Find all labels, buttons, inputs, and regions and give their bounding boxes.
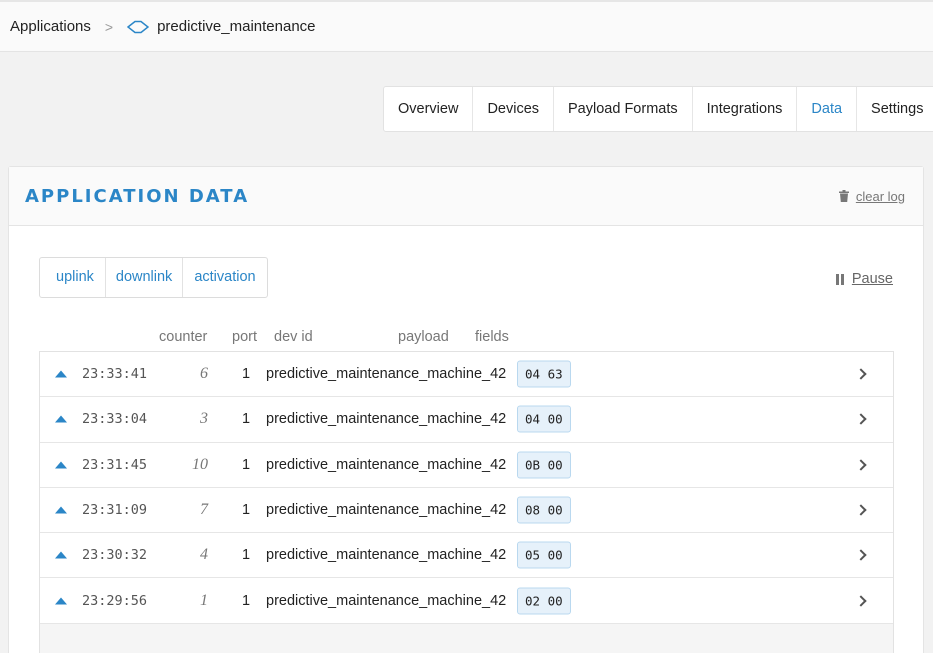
row-dev-id: predictive_maintenance_machine_42 (266, 502, 507, 519)
uplink-arrow-icon (55, 461, 67, 469)
row-time: 23:29:56 (82, 592, 148, 609)
row-payload: 02 00 (517, 587, 571, 615)
row-port: 1 (242, 411, 251, 428)
table-row[interactable]: 23:31:09 7 1 predictive_maintenance_mach… (40, 487, 893, 534)
application-data-panel: APPLICATION DATA clear log uplink downli… (8, 166, 924, 653)
row-port: 1 (242, 366, 251, 383)
row-dev-id: predictive_maintenance_machine_42 (266, 411, 507, 428)
tab-payload-formats[interactable]: Payload Formats (554, 87, 693, 131)
table-row[interactable]: 23:29:56 1 1 predictive_maintenance_mach… (40, 578, 893, 624)
row-dev-id: predictive_maintenance_machine_42 (266, 456, 507, 473)
uplink-arrow-icon (55, 415, 67, 423)
uplink-arrow-icon (55, 506, 67, 514)
column-header-dev-id: dev id (274, 329, 313, 345)
row-time: 23:31:09 (82, 502, 148, 519)
column-header-port: port (232, 329, 257, 345)
row-counter: 6 (200, 365, 208, 383)
tab-overview[interactable]: Overview (384, 87, 474, 131)
row-dev-id: predictive_maintenance_machine_42 (266, 547, 507, 564)
row-dev-id: predictive_maintenance_machine_42 (266, 592, 507, 609)
uplink-arrow-icon (55, 597, 67, 605)
message-type-filter: uplink downlink activation (39, 257, 268, 298)
row-port: 1 (242, 502, 251, 519)
panel-header: APPLICATION DATA clear log (9, 167, 923, 226)
chevron-right-icon[interactable] (855, 368, 867, 380)
chevron-right-icon[interactable] (855, 549, 867, 561)
clear-log-label: clear log (855, 188, 905, 204)
row-counter: 4 (200, 546, 208, 564)
row-time: 23:33:41 (82, 366, 148, 383)
uplink-arrow-icon (55, 370, 67, 378)
row-time: 23:33:04 (82, 411, 148, 428)
filter-activation-button[interactable]: activation (183, 258, 266, 297)
tab-settings[interactable]: Settings (857, 87, 933, 131)
panel-title: APPLICATION DATA (25, 185, 250, 207)
row-counter: 7 (200, 501, 208, 519)
tab-data[interactable]: Data (797, 87, 858, 131)
messages-table: 23:33:41 6 1 predictive_maintenance_mach… (39, 351, 894, 653)
trash-icon (838, 190, 849, 202)
table-row[interactable]: 23:30:32 4 1 predictive_maintenance_mach… (40, 533, 893, 579)
uplink-arrow-icon (55, 551, 67, 559)
row-counter: 3 (200, 410, 208, 428)
row-payload: 04 00 (517, 405, 571, 433)
chevron-right-icon[interactable] (855, 459, 867, 471)
breadcrumb-current-app[interactable]: predictive_maintenance (127, 18, 316, 35)
row-port: 1 (242, 456, 251, 473)
column-header-payload: payload (398, 329, 449, 345)
pause-button[interactable]: Pause (835, 271, 893, 287)
chevron-right-icon[interactable] (855, 504, 867, 516)
table-row[interactable]: 23:33:41 6 1 predictive_maintenance_mach… (40, 352, 893, 398)
row-counter: 10 (192, 455, 208, 473)
pause-icon (835, 273, 844, 285)
row-time: 23:30:32 (82, 547, 148, 564)
chevron-right-icon[interactable] (855, 594, 867, 607)
pause-label: Pause (851, 271, 893, 287)
tab-integrations[interactable]: Integrations (693, 87, 798, 131)
column-header-fields: fields (475, 329, 509, 345)
filter-uplink-button[interactable]: uplink (40, 258, 106, 297)
chevron-right-icon: > (104, 18, 114, 35)
breadcrumb-app-label: predictive_maintenance (157, 18, 316, 35)
filter-downlink-button[interactable]: downlink (106, 258, 184, 297)
row-payload: 0B 00 (517, 451, 571, 479)
row-payload: 08 00 (517, 496, 571, 524)
row-dev-id: predictive_maintenance_machine_42 (266, 366, 507, 383)
row-payload: 04 63 (517, 360, 571, 388)
row-payload: 05 00 (517, 541, 571, 569)
column-header-counter: counter (159, 329, 208, 345)
breadcrumb: Applications > predictive_maintenance (0, 0, 933, 52)
clear-log-button[interactable]: clear log (838, 188, 905, 204)
tab-devices[interactable]: Devices (473, 87, 555, 131)
row-time: 23:31:45 (82, 456, 148, 473)
table-row[interactable]: 23:31:45 10 1 predictive_maintenance_mac… (40, 442, 893, 488)
row-port: 1 (242, 547, 251, 564)
row-port: 1 (242, 592, 251, 609)
chevron-right-icon[interactable] (855, 413, 867, 426)
tab-bar: Overview Devices Payload Formats Integra… (383, 86, 933, 132)
table-row[interactable]: 23:33:04 3 1 predictive_maintenance_mach… (40, 397, 893, 443)
breadcrumb-applications-link[interactable]: Applications (10, 18, 91, 35)
row-counter: 1 (200, 591, 208, 609)
application-icon (127, 20, 150, 33)
